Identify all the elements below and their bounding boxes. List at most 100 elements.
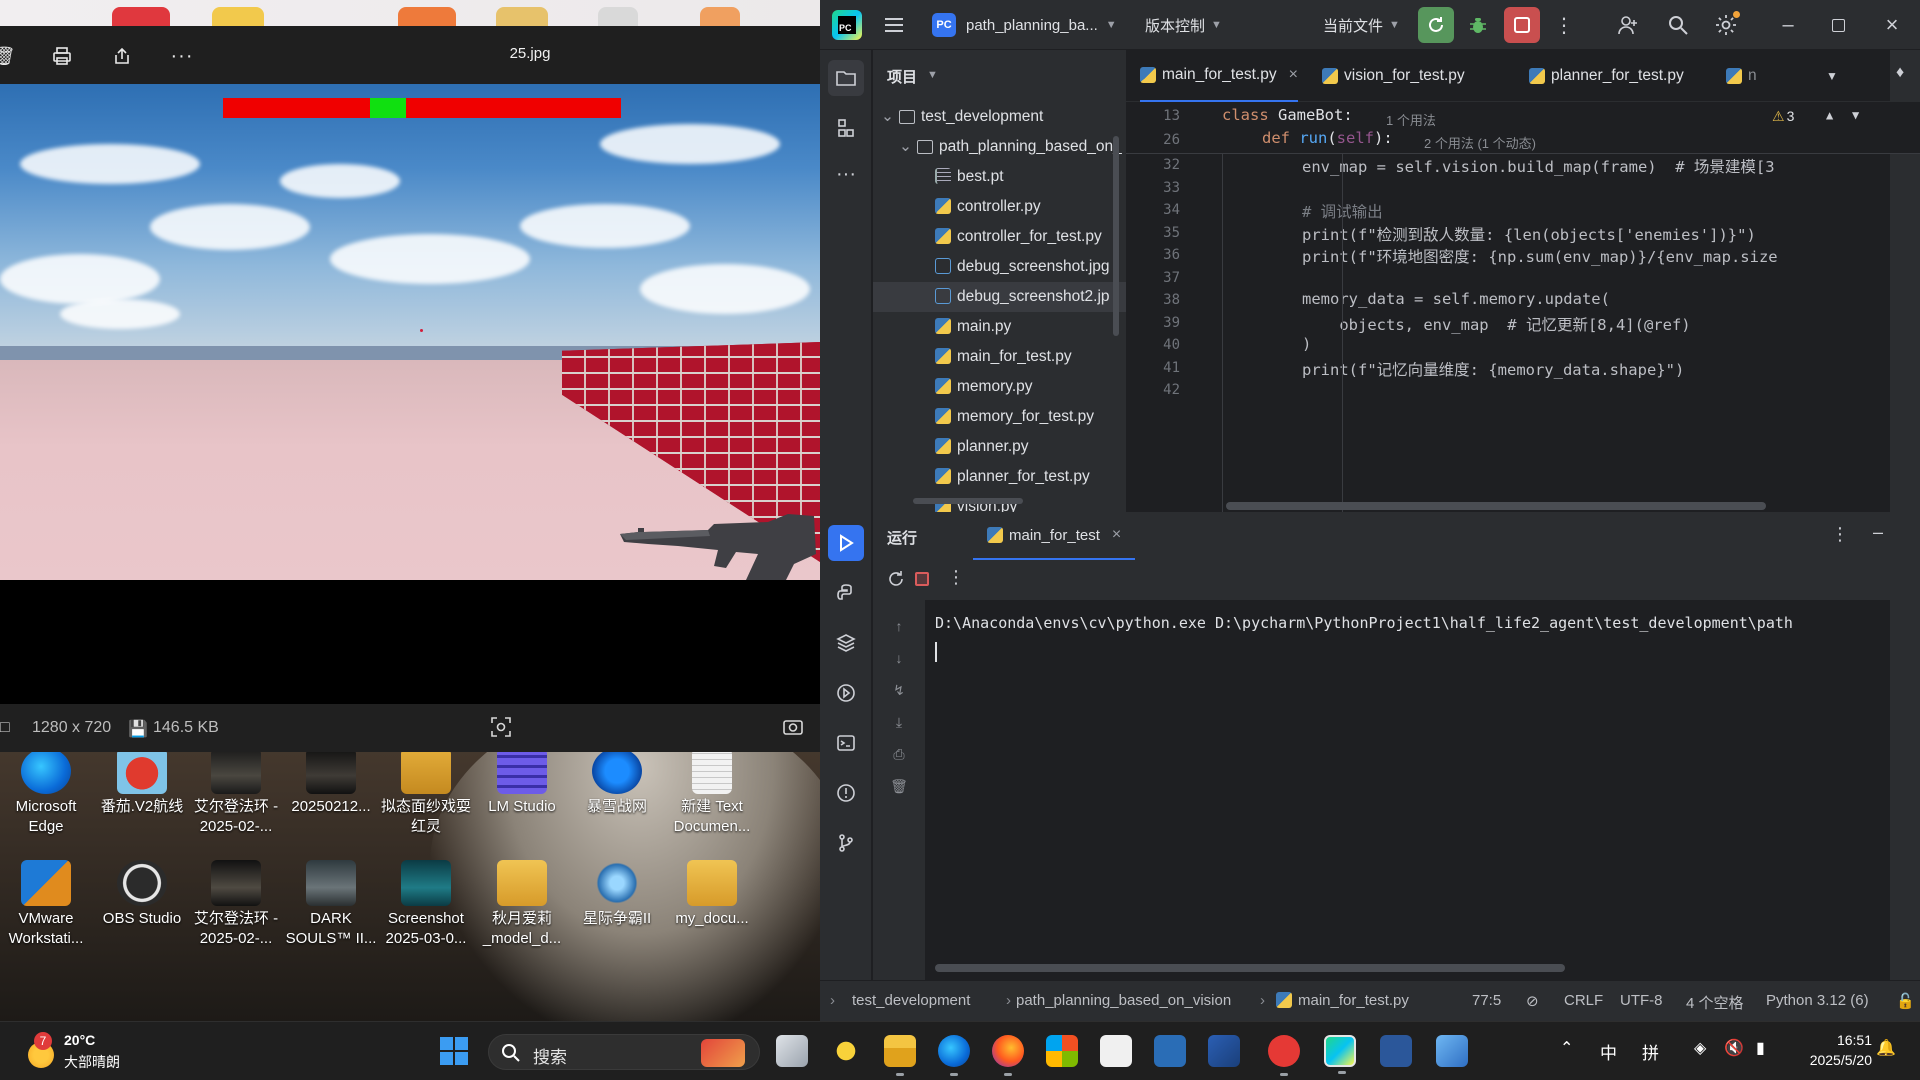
console-hscrollbar[interactable] bbox=[935, 964, 1565, 972]
warning-icon[interactable]: ⚠ 3 bbox=[1772, 108, 1794, 125]
tab-vision-for-test[interactable]: vision_for_test.py bbox=[1322, 50, 1465, 102]
editor-hscrollbar[interactable] bbox=[1226, 502, 1766, 510]
ime-language[interactable]: 中 bbox=[1600, 1039, 1617, 1064]
run-more-icon[interactable]: ⋮ bbox=[1831, 524, 1849, 545]
desktop-icon-folder-veil[interactable]: 拟态面纱戏耍红灵 bbox=[378, 748, 474, 837]
main-menu-icon[interactable] bbox=[876, 7, 912, 43]
weather-widget[interactable]: 7 bbox=[24, 1032, 64, 1072]
clear-all-icon[interactable]: 🗑 bbox=[889, 778, 909, 798]
search-everywhere-icon[interactable] bbox=[1660, 7, 1696, 43]
desktop-icon-starcraft[interactable]: 星际争霸II bbox=[569, 860, 665, 929]
tree-file[interactable]: main_for_test.py bbox=[873, 342, 1126, 372]
desktop-icon-obs[interactable]: OBS Studio bbox=[94, 860, 190, 929]
file-explorer-icon[interactable] bbox=[884, 1035, 916, 1076]
next-highlight-icon[interactable]: ▼ bbox=[1852, 108, 1859, 122]
volume-muted-icon[interactable]: 🔇 bbox=[1724, 1038, 1744, 1058]
tree-file[interactable]: controller.py bbox=[873, 192, 1126, 222]
services-icon[interactable] bbox=[828, 675, 864, 711]
close-run-tab-icon[interactable]: × bbox=[1112, 526, 1121, 544]
battery-icon[interactable]: ▮ bbox=[1756, 1038, 1765, 1058]
python-interpreter[interactable]: Python 3.12 (6) bbox=[1766, 992, 1869, 1009]
scroll-to-end-icon[interactable]: ⤓ bbox=[889, 714, 909, 734]
tree-file[interactable]: debug_screenshot.jpg bbox=[873, 252, 1126, 282]
desktop-icon-folder-model[interactable]: 秋月爱莉 _model_d... bbox=[474, 860, 570, 949]
soft-wrap-icon[interactable]: ↯ bbox=[889, 682, 909, 702]
notifications-bell-icon[interactable]: ♦ bbox=[1896, 64, 1904, 82]
tree-file[interactable]: debug_screenshot2.jp bbox=[873, 282, 1126, 312]
python-packages-icon[interactable] bbox=[828, 625, 864, 661]
caret-position[interactable]: 77:5 bbox=[1472, 992, 1501, 1009]
tabs-dropdown-icon[interactable]: ▼ bbox=[1826, 50, 1838, 102]
project-folder-icon[interactable] bbox=[828, 60, 864, 96]
ime-mode[interactable]: 拼 bbox=[1642, 1039, 1659, 1064]
file-encoding[interactable]: UTF-8 bbox=[1620, 992, 1663, 1009]
firefox-icon[interactable] bbox=[992, 1035, 1024, 1076]
close-tab-icon[interactable]: × bbox=[1289, 66, 1298, 84]
photos-app-icon[interactable] bbox=[1436, 1035, 1468, 1067]
project-panel-title[interactable]: 项目 bbox=[887, 66, 917, 87]
filmstrip-thumb[interactable] bbox=[398, 7, 456, 26]
line-separator[interactable]: CRLF bbox=[1564, 992, 1603, 1009]
task-view-icon[interactable] bbox=[776, 1035, 808, 1067]
desktop-icon-text-document[interactable]: 新建 Text Documen... bbox=[664, 748, 760, 837]
close-button[interactable]: × bbox=[1874, 7, 1910, 43]
project-tree-scrollbar[interactable] bbox=[1113, 136, 1119, 336]
stop-icon[interactable] bbox=[915, 572, 929, 586]
filmstrip-thumb[interactable] bbox=[598, 7, 638, 26]
tab-overflow[interactable]: n bbox=[1726, 50, 1757, 102]
lock-icon[interactable]: 🔓 bbox=[1896, 992, 1915, 1010]
desktop-icon-elden-video-1[interactable]: 艾尔登法环 - 2025-02-... bbox=[188, 748, 284, 837]
wifi-icon[interactable]: ◈ bbox=[1694, 1038, 1706, 1058]
filmstrip-thumb[interactable] bbox=[212, 7, 264, 26]
snipping-tool-icon[interactable] bbox=[1100, 1035, 1132, 1067]
breadcrumb-item[interactable]: test_development bbox=[852, 992, 970, 1009]
git-icon[interactable] bbox=[828, 825, 864, 861]
thunder-app-icon[interactable] bbox=[830, 1035, 862, 1067]
edge-taskbar-icon[interactable] bbox=[938, 1035, 970, 1076]
previous-highlight-icon[interactable]: ▲ bbox=[1826, 108, 1833, 122]
chevron-down-icon[interactable]: ⌄ bbox=[899, 132, 917, 162]
remote-desktop-icon[interactable] bbox=[1154, 1035, 1186, 1067]
taskbar-search-box[interactable]: 搜索 bbox=[488, 1034, 760, 1070]
breadcrumb-file[interactable]: main_for_test.py bbox=[1276, 992, 1409, 1009]
microsoft-store-icon[interactable] bbox=[1046, 1035, 1078, 1067]
code-with-me-icon[interactable] bbox=[1610, 7, 1646, 43]
rerun-icon[interactable] bbox=[887, 570, 905, 592]
tab-planner-for-test[interactable]: planner_for_test.py bbox=[1529, 50, 1684, 102]
tree-file[interactable]: planner_for_test.py bbox=[873, 462, 1126, 492]
rerun-button[interactable] bbox=[1418, 7, 1454, 43]
tree-folder[interactable]: ⌄ path_planning_based_on_ bbox=[873, 132, 1126, 162]
full-screen-icon[interactable] bbox=[782, 716, 804, 743]
python-console-icon[interactable] bbox=[828, 575, 864, 611]
stop-button[interactable] bbox=[1504, 7, 1540, 43]
tree-file[interactable]: planner.py bbox=[873, 432, 1126, 462]
minimize-button[interactable]: – bbox=[1770, 7, 1806, 43]
no-inspection-icon[interactable]: ⊘ bbox=[1526, 992, 1539, 1010]
visual-search-icon[interactable] bbox=[490, 716, 512, 743]
clock[interactable]: 16:51 2025/5/20 bbox=[1790, 1030, 1872, 1070]
filmstrip-thumb[interactable] bbox=[496, 7, 548, 26]
tab-main-for-test[interactable]: main_for_test.py × bbox=[1140, 50, 1298, 102]
scroll-down-icon[interactable]: ↓ bbox=[889, 650, 909, 670]
hide-panel-icon[interactable]: – bbox=[1873, 522, 1883, 543]
chevron-down-icon[interactable]: ▼ bbox=[927, 69, 938, 81]
scroll-up-icon[interactable]: ↑ bbox=[889, 618, 909, 638]
desktop-icon-dark-souls[interactable]: DARK SOULS™ II... bbox=[283, 860, 379, 949]
word-icon[interactable] bbox=[1380, 1035, 1412, 1067]
tree-file[interactable]: controller_for_test.py bbox=[873, 222, 1126, 252]
desktop-icon-video-20250212[interactable]: 20250212... bbox=[283, 748, 379, 817]
run-tab-main-for-test[interactable]: main_for_test × bbox=[973, 512, 1136, 560]
show-hidden-icons-icon[interactable]: ⌃ bbox=[1560, 1038, 1573, 1058]
chevron-down-icon[interactable]: ⌄ bbox=[881, 102, 899, 132]
pycharm-taskbar-icon[interactable] bbox=[1324, 1035, 1356, 1074]
settings-gear-icon[interactable] bbox=[1708, 7, 1744, 43]
run-toolbar-more-icon[interactable]: ⋮ bbox=[947, 567, 965, 588]
indent-setting[interactable]: 4 个空格 bbox=[1686, 992, 1744, 1013]
more-actions-icon[interactable]: ⋮ bbox=[1546, 7, 1582, 43]
netease-music-icon[interactable] bbox=[1268, 1035, 1300, 1076]
filmstrip-thumb[interactable] bbox=[112, 7, 170, 26]
maximize-button[interactable] bbox=[1820, 7, 1856, 43]
powershell-icon[interactable] bbox=[1208, 1035, 1240, 1067]
desktop-icon-vmware[interactable]: VMware Workstati... bbox=[0, 860, 94, 949]
breadcrumb-item[interactable]: path_planning_based_on_vision bbox=[1016, 992, 1231, 1009]
